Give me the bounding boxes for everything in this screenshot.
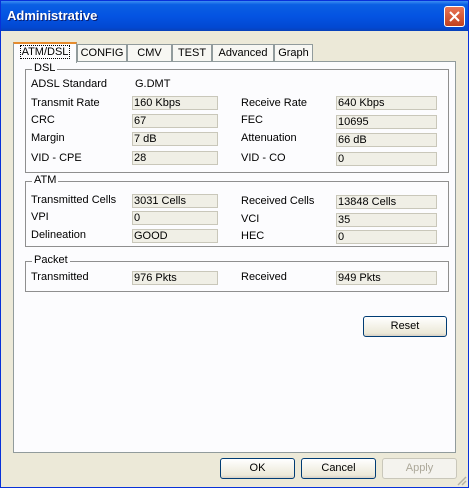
dsl-group: DSL ADSL Standard G.DMT Transmit Rate 16… bbox=[25, 62, 449, 173]
vci-label: VCI bbox=[241, 213, 260, 225]
window-title: Administrative bbox=[7, 8, 98, 23]
vpi-label: VPI bbox=[31, 211, 49, 223]
atm-group: ATM Transmitted Cells 3031 Cells Receive… bbox=[25, 174, 449, 247]
ok-button[interactable]: OK bbox=[220, 458, 295, 479]
attenuation-field: 66 dB bbox=[336, 133, 437, 147]
apply-button[interactable]: Apply bbox=[382, 458, 457, 479]
vid-cpe-label: VID - CPE bbox=[31, 152, 82, 164]
packet-group-label: Packet bbox=[32, 254, 70, 266]
transmitted-packets-field: 976 Pkts bbox=[132, 271, 218, 285]
tab-atm-dsl[interactable]: ATM/DSL bbox=[13, 42, 77, 63]
transmitted-cells-label: Transmitted Cells bbox=[31, 194, 117, 206]
receive-rate-field: 640 Kbps bbox=[336, 96, 437, 110]
title-bar[interactable]: Administrative bbox=[1, 1, 468, 31]
administrative-dialog: Administrative ATM/DSL CONFIG CMV TEST A… bbox=[0, 0, 469, 488]
tab-test[interactable]: TEST bbox=[172, 44, 212, 61]
vci-field: 35 bbox=[336, 213, 437, 227]
adsl-standard-value: G.DMT bbox=[135, 78, 171, 90]
fec-label: FEC bbox=[241, 114, 263, 126]
received-cells-field: 13848 Cells bbox=[336, 195, 437, 209]
received-packets-label: Received bbox=[241, 271, 287, 283]
received-packets-field: 949 Pkts bbox=[336, 271, 437, 285]
packet-group: Packet Transmitted 976 Pkts Received 949… bbox=[25, 254, 449, 292]
margin-field: 7 dB bbox=[132, 132, 218, 146]
fec-field: 10695 bbox=[336, 115, 437, 129]
received-cells-label: Received Cells bbox=[241, 195, 315, 207]
reset-button[interactable]: Reset bbox=[363, 316, 447, 337]
delineation-field: GOOD bbox=[132, 229, 218, 243]
tab-cmv[interactable]: CMV bbox=[127, 44, 172, 61]
tab-advanced[interactable]: Advanced bbox=[212, 44, 274, 61]
close-button[interactable] bbox=[444, 6, 465, 27]
delineation-label: Delineation bbox=[31, 229, 87, 241]
vid-cpe-field: 28 bbox=[132, 151, 218, 165]
margin-label: Margin bbox=[31, 132, 65, 144]
dsl-group-label: DSL bbox=[32, 62, 58, 74]
transmitted-packets-label: Transmitted bbox=[31, 271, 89, 283]
close-icon bbox=[449, 11, 460, 22]
transmitted-cells-field: 3031 Cells bbox=[132, 194, 218, 208]
tab-graph[interactable]: Graph bbox=[274, 44, 313, 61]
atm-dsl-panel: DSL ADSL Standard G.DMT Transmit Rate 16… bbox=[13, 61, 456, 453]
hec-label: HEC bbox=[241, 230, 265, 242]
tab-config[interactable]: CONFIG bbox=[77, 44, 127, 61]
vid-co-field: 0 bbox=[336, 152, 437, 166]
attenuation-label: Attenuation bbox=[241, 132, 297, 144]
vid-co-label: VID - CO bbox=[241, 152, 286, 164]
adsl-standard-label: ADSL Standard bbox=[31, 78, 108, 90]
transmit-rate-field: 160 Kbps bbox=[132, 96, 218, 110]
cancel-button[interactable]: Cancel bbox=[301, 458, 376, 479]
crc-field: 67 bbox=[132, 114, 218, 128]
atm-group-label: ATM bbox=[32, 174, 59, 186]
resize-grip-icon[interactable] bbox=[455, 474, 467, 486]
receive-rate-label: Receive Rate bbox=[241, 97, 308, 109]
vpi-field: 0 bbox=[132, 211, 218, 225]
transmit-rate-label: Transmit Rate bbox=[31, 97, 100, 109]
hec-field: 0 bbox=[336, 230, 437, 244]
crc-label: CRC bbox=[31, 114, 55, 126]
